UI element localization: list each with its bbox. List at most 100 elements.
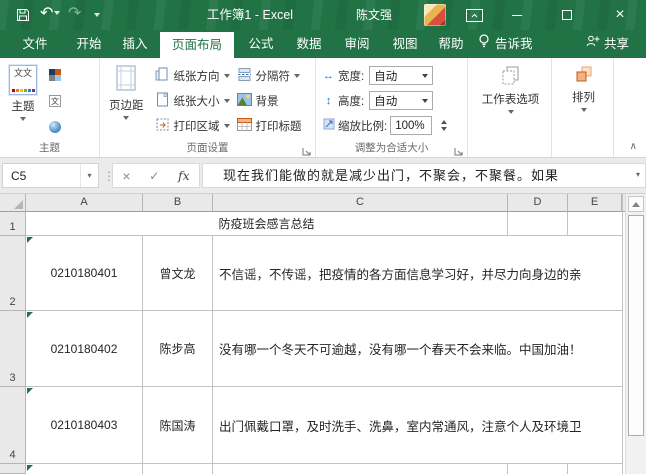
- margins-button[interactable]: 页边距: [105, 63, 148, 140]
- background-button[interactable]: 背景: [237, 88, 302, 113]
- page-setup-dialog-launcher[interactable]: [302, 144, 312, 154]
- cell-e1[interactable]: [568, 212, 622, 236]
- tab-file[interactable]: 文件: [10, 30, 60, 58]
- cell-d1[interactable]: [508, 212, 568, 236]
- scale-spinner[interactable]: [437, 116, 450, 135]
- ribbon-group-arrange: 排列: [552, 58, 614, 157]
- theme-colors-button[interactable]: [49, 64, 64, 86]
- grid-right-edge: [622, 194, 623, 474]
- theme-fonts-button[interactable]: 文: [49, 90, 64, 112]
- cell-c2-remark[interactable]: 不信谣，不传谣，把疫情的各方面信息学习好，并尽力向身边的亲: [213, 236, 622, 311]
- avatar[interactable]: [424, 4, 446, 26]
- vertical-scrollbar[interactable]: [625, 194, 646, 474]
- breaks-icon: [237, 67, 252, 85]
- redo-button[interactable]: ↷: [68, 3, 81, 23]
- scale-to-fit-dialog-launcher[interactable]: [454, 144, 464, 154]
- print-area-button[interactable]: 打印区域: [155, 113, 230, 138]
- account-user-name[interactable]: 陈文强: [356, 0, 392, 30]
- name-box[interactable]: C5 ▾: [2, 163, 99, 188]
- tab-page-layout[interactable]: 页面布局: [160, 32, 234, 58]
- maximize-button[interactable]: [544, 0, 590, 30]
- select-all-triangle-icon: [14, 200, 23, 209]
- paper-size-button[interactable]: 纸张大小: [155, 88, 230, 113]
- orientation-button[interactable]: 纸张方向: [155, 63, 230, 88]
- print-titles-button[interactable]: 打印标题: [237, 113, 302, 138]
- tab-view[interactable]: 视图: [382, 30, 428, 58]
- formula-bar-expand-icon[interactable]: ▾: [636, 170, 640, 179]
- collapse-ribbon-button[interactable]: ∧: [630, 141, 637, 152]
- cell-b2-student-name[interactable]: 曾文龙: [143, 236, 213, 311]
- cell-e5[interactable]: [568, 464, 622, 474]
- row-header-4[interactable]: 4: [0, 387, 26, 464]
- cell-a1-merged-title[interactable]: 防疫班会感言总结: [26, 212, 508, 236]
- margins-label: 页边距: [109, 97, 144, 113]
- arrange-icon: [575, 65, 593, 86]
- cancel-icon[interactable]: ×: [122, 168, 130, 184]
- scale-to-fit-group-label: 调整为合适大小: [316, 140, 467, 155]
- formula-input[interactable]: 现在我们能做的就是减少出门，不聚会，不聚餐。如果: [202, 163, 646, 188]
- breaks-label: 分隔符: [256, 68, 291, 84]
- tab-data[interactable]: 数据: [286, 30, 332, 58]
- themes-button[interactable]: 文文 主题: [5, 63, 41, 140]
- cell-a2-student-id[interactable]: 0210180401: [26, 236, 143, 311]
- orientation-label: 纸张方向: [174, 68, 220, 84]
- sheet-options-button[interactable]: 工作表选项: [478, 63, 544, 140]
- tab-tell-me[interactable]: 告诉我: [478, 30, 533, 58]
- enter-check-icon[interactable]: ✓: [149, 169, 159, 183]
- column-header-d[interactable]: D: [508, 194, 568, 212]
- error-indicator-icon: [27, 237, 33, 243]
- cell-a3-student-id[interactable]: 0210180402: [26, 311, 143, 387]
- row-header-1[interactable]: 1: [0, 212, 26, 236]
- sheet-options-icon: [501, 65, 521, 88]
- column-header-e[interactable]: E: [568, 194, 622, 212]
- theme-effects-button[interactable]: [49, 116, 64, 138]
- tab-review[interactable]: 审阅: [334, 30, 380, 58]
- quick-access-customize-button[interactable]: [94, 13, 100, 17]
- themes-group-label: 主题: [0, 140, 99, 155]
- name-box-value: C5: [3, 169, 80, 183]
- minimize-button[interactable]: [494, 0, 540, 30]
- cell-a4-student-id[interactable]: 0210180403: [26, 387, 143, 464]
- arrange-button[interactable]: 排列: [568, 63, 599, 140]
- share-button[interactable]: 共享: [586, 30, 629, 58]
- height-select[interactable]: 自动: [369, 91, 433, 110]
- row-header-2[interactable]: 2: [0, 236, 26, 311]
- scroll-up-button[interactable]: [628, 196, 644, 212]
- column-header-c[interactable]: C: [213, 194, 508, 212]
- cell-c3-remark[interactable]: 没有哪一个冬天不可逾越，没有哪一个春天不会来临。中国加油！: [213, 311, 622, 387]
- cell-c4-remark[interactable]: 出门佩戴口罩，及时洗手、洗鼻，室内常通风，注意个人及环境卫: [213, 387, 622, 464]
- cell-a5[interactable]: [26, 464, 143, 474]
- cell-b5[interactable]: [143, 464, 213, 474]
- tab-help[interactable]: 帮助: [428, 30, 474, 58]
- column-header-b[interactable]: B: [143, 194, 213, 212]
- maximize-icon: [562, 10, 572, 20]
- undo-button[interactable]: ↶: [40, 3, 60, 23]
- breaks-button[interactable]: 分隔符: [237, 63, 302, 88]
- column-header-a[interactable]: A: [26, 194, 143, 212]
- width-select[interactable]: 自动: [369, 66, 433, 85]
- tab-insert[interactable]: 插入: [112, 30, 158, 58]
- cell-b3-student-name[interactable]: 陈步高: [143, 311, 213, 387]
- tab-home[interactable]: 开始: [66, 30, 112, 58]
- cell-c5-active[interactable]: [213, 464, 508, 474]
- scale-icon: [322, 118, 335, 133]
- cell-d5[interactable]: [508, 464, 568, 474]
- ribbon-display-options-button[interactable]: [466, 9, 483, 22]
- close-button[interactable]: ×: [594, 0, 646, 30]
- scale-input[interactable]: 100%: [390, 116, 432, 135]
- select-all-corner[interactable]: [0, 194, 26, 212]
- row-header-5[interactable]: [0, 464, 26, 474]
- cell-b4-student-name[interactable]: 陈国涛: [143, 387, 213, 464]
- row-header-3[interactable]: 3: [0, 311, 26, 387]
- error-indicator-icon: [27, 465, 33, 471]
- page-setup-group-label: 页面设置: [100, 140, 315, 155]
- chevron-down-icon: [294, 74, 300, 78]
- tab-formulas[interactable]: 公式: [238, 30, 284, 58]
- save-icon[interactable]: [14, 7, 32, 23]
- scrollbar-thumb[interactable]: [628, 215, 644, 436]
- insert-function-icon[interactable]: fx: [178, 168, 190, 183]
- margins-icon: [116, 65, 136, 94]
- name-box-dropdown[interactable]: ▾: [80, 164, 98, 187]
- error-indicator-icon: [27, 312, 33, 318]
- print-area-icon: [155, 117, 170, 135]
